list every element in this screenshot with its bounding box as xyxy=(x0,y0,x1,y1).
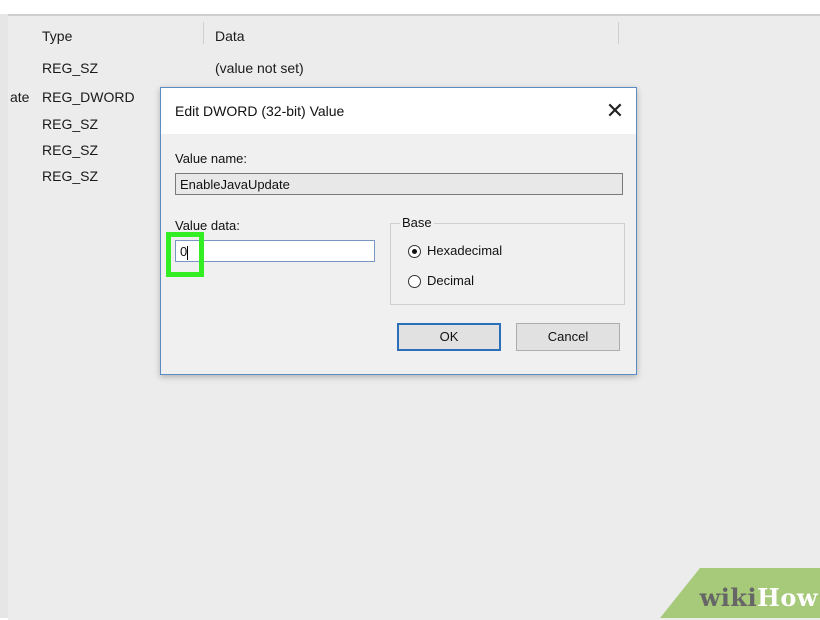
ok-button[interactable]: OK xyxy=(397,323,501,351)
base-groupbox xyxy=(390,223,625,305)
edit-dword-dialog: Edit DWORD (32-bit) Value ✕ Value name: … xyxy=(160,87,637,375)
row-type[interactable]: REG_SZ xyxy=(42,142,98,158)
value-data-input[interactable]: 0 xyxy=(175,240,375,262)
radio-decimal[interactable] xyxy=(408,275,421,288)
close-icon[interactable]: ✕ xyxy=(598,94,632,128)
row-type[interactable]: REG_SZ xyxy=(42,116,98,132)
row-data[interactable]: (value not set) xyxy=(215,60,304,76)
row-type[interactable]: REG_SZ xyxy=(42,60,98,76)
decimal-label[interactable]: Decimal xyxy=(427,273,474,288)
watermark-how: How xyxy=(757,583,818,612)
value-name-label: Value name: xyxy=(175,151,248,166)
dialog-title: Edit DWORD (32-bit) Value xyxy=(175,103,345,119)
watermark-corner xyxy=(660,568,700,618)
value-data-label: Value data: xyxy=(175,218,240,233)
dialog-titlebar[interactable]: Edit DWORD (32-bit) Value ✕ xyxy=(161,88,636,134)
base-label: Base xyxy=(400,215,434,230)
row-type[interactable]: REG_SZ xyxy=(42,168,98,184)
cancel-button[interactable]: Cancel xyxy=(516,323,620,351)
watermark-text: wikiHow xyxy=(700,583,818,612)
radio-hexadecimal[interactable] xyxy=(408,245,421,258)
column-header-type[interactable]: Type xyxy=(42,28,72,44)
hexadecimal-label[interactable]: Hexadecimal xyxy=(427,243,502,258)
value-name-field[interactable]: EnableJavaUpdate xyxy=(175,173,623,195)
row-name-fragment[interactable]: ate xyxy=(10,89,29,105)
registry-editor-window: Type Data REG_SZ (value not set) ate REG… xyxy=(0,0,820,620)
radio-selected-dot xyxy=(412,249,417,254)
column-header-data[interactable]: Data xyxy=(215,28,245,44)
watermark-wiki: wiki xyxy=(699,583,758,612)
column-separator[interactable] xyxy=(203,22,204,44)
wikihow-watermark: wikiHow xyxy=(660,568,820,618)
top-strip xyxy=(0,0,820,14)
row-type[interactable]: REG_DWORD xyxy=(42,89,135,105)
highlight-box xyxy=(166,232,204,277)
column-separator[interactable] xyxy=(618,22,619,44)
